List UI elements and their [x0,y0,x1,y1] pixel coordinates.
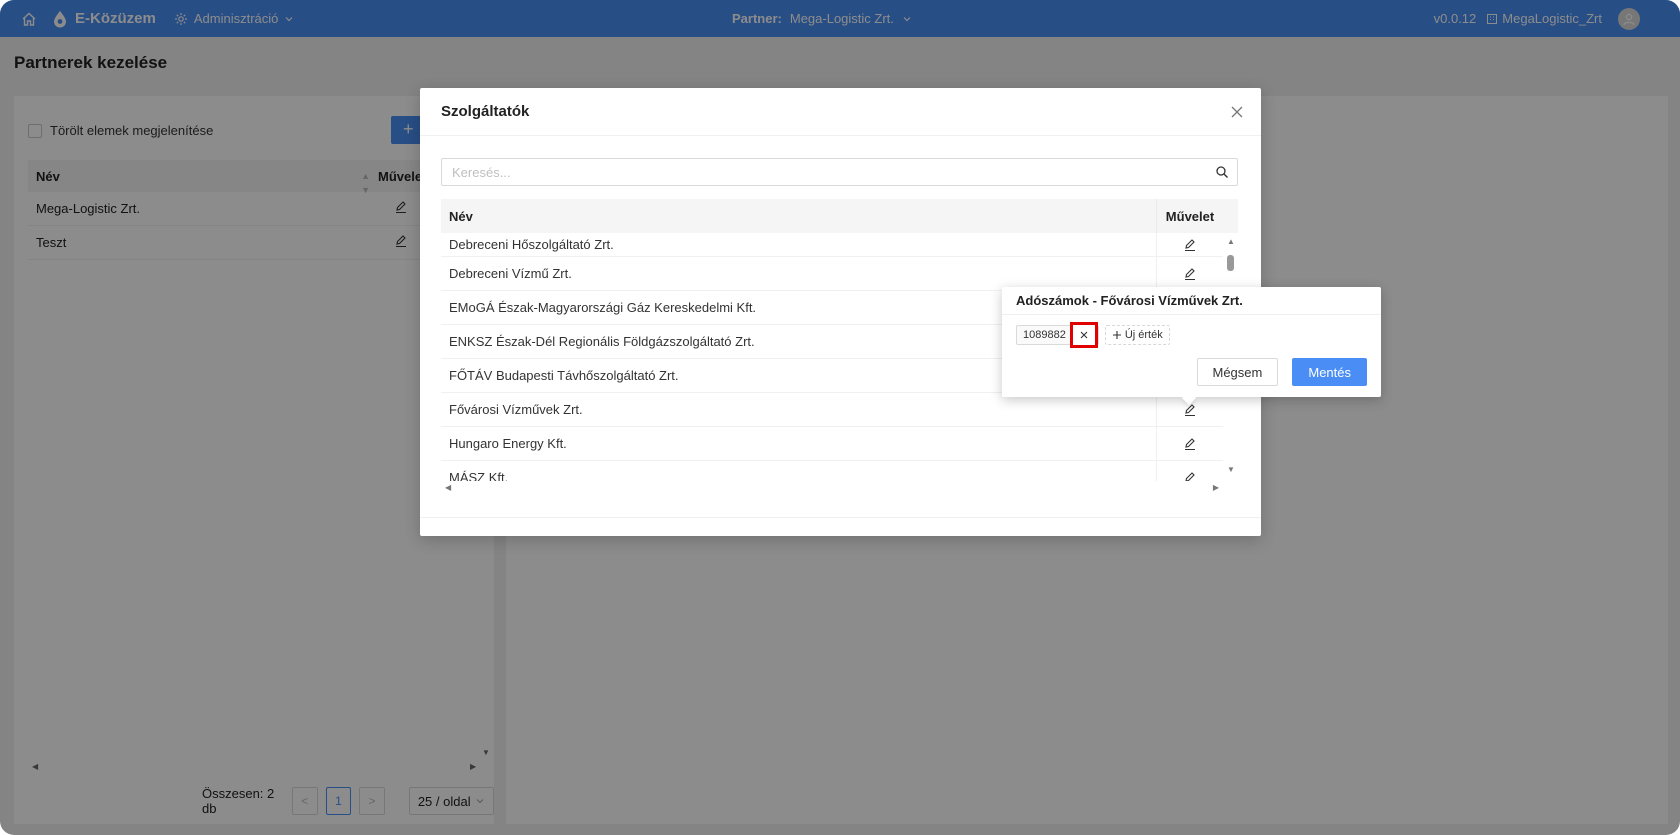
save-button[interactable]: Mentés [1292,358,1367,386]
table-row: MÁSZ Kft. [441,460,1223,482]
popover-title: Adószámok - Fővárosi Vízművek Zrt. [1002,287,1381,315]
providers-table-header: Név Művelet [441,199,1238,233]
edit-icon[interactable] [1183,238,1197,252]
scroll-right-arrow[interactable]: ▶ [1213,483,1219,492]
close-icon [1080,331,1088,339]
modal-footer-divider [420,517,1261,518]
tax-number-tag: 1089882 [1016,322,1099,348]
tax-numbers-popover: Adószámok - Fővárosi Vízművek Zrt. 10898… [1002,287,1381,406]
provider-name: Hungaro Energy Kft. [441,426,1157,461]
modal-header: Szolgáltatók [420,88,1261,136]
edit-icon[interactable] [1183,403,1197,417]
tax-number-value: 1089882 [1023,329,1066,341]
provider-name: MÁSZ Kft. [441,460,1157,481]
plus-icon [1112,331,1121,339]
table-row: Debreceni Hőszolgáltató Zrt. [441,233,1223,257]
close-icon[interactable] [1227,102,1247,122]
column-name-header: Név [441,199,1157,233]
scroll-thumb[interactable] [1227,255,1234,271]
add-value-label: Új érték [1124,329,1163,341]
modal-title: Szolgáltatók [441,103,530,120]
horizontal-scrollbar[interactable]: ◀ ▶ [441,481,1223,495]
provider-name: Debreceni Hőszolgáltató Zrt. [441,233,1157,257]
table-row: Debreceni Vízmű Zrt. [441,256,1223,291]
search-field [441,158,1238,186]
scroll-down-arrow[interactable]: ▼ [1227,465,1235,474]
provider-name: Fővárosi Vízművek Zrt. [441,392,1157,427]
edit-icon[interactable] [1183,471,1197,482]
search-input[interactable] [442,159,1202,185]
provider-name: Debreceni Vízmű Zrt. [441,256,1157,291]
tax-number-tags: 1089882 Új érték [1016,322,1170,348]
edit-icon[interactable] [1183,267,1197,281]
scroll-left-arrow[interactable]: ◀ [445,483,451,492]
scroll-up-arrow[interactable]: ▲ [1227,237,1235,246]
table-row: Hungaro Energy Kft. [441,426,1223,461]
add-value-button[interactable]: Új érték [1104,325,1170,345]
table-row: Fővárosi Vízművek Zrt. [441,392,1223,427]
cancel-button[interactable]: Mégsem [1196,358,1279,386]
column-action-header: Művelet [1165,208,1215,224]
remove-tag-button[interactable] [1069,322,1098,348]
search-icon[interactable] [1215,165,1229,179]
app-window: E-Közüzem Adminisztráció Partner: Mega-L… [0,0,1680,835]
popover-actions: Mégsem Mentés [1196,358,1367,386]
edit-icon[interactable] [1183,437,1197,451]
